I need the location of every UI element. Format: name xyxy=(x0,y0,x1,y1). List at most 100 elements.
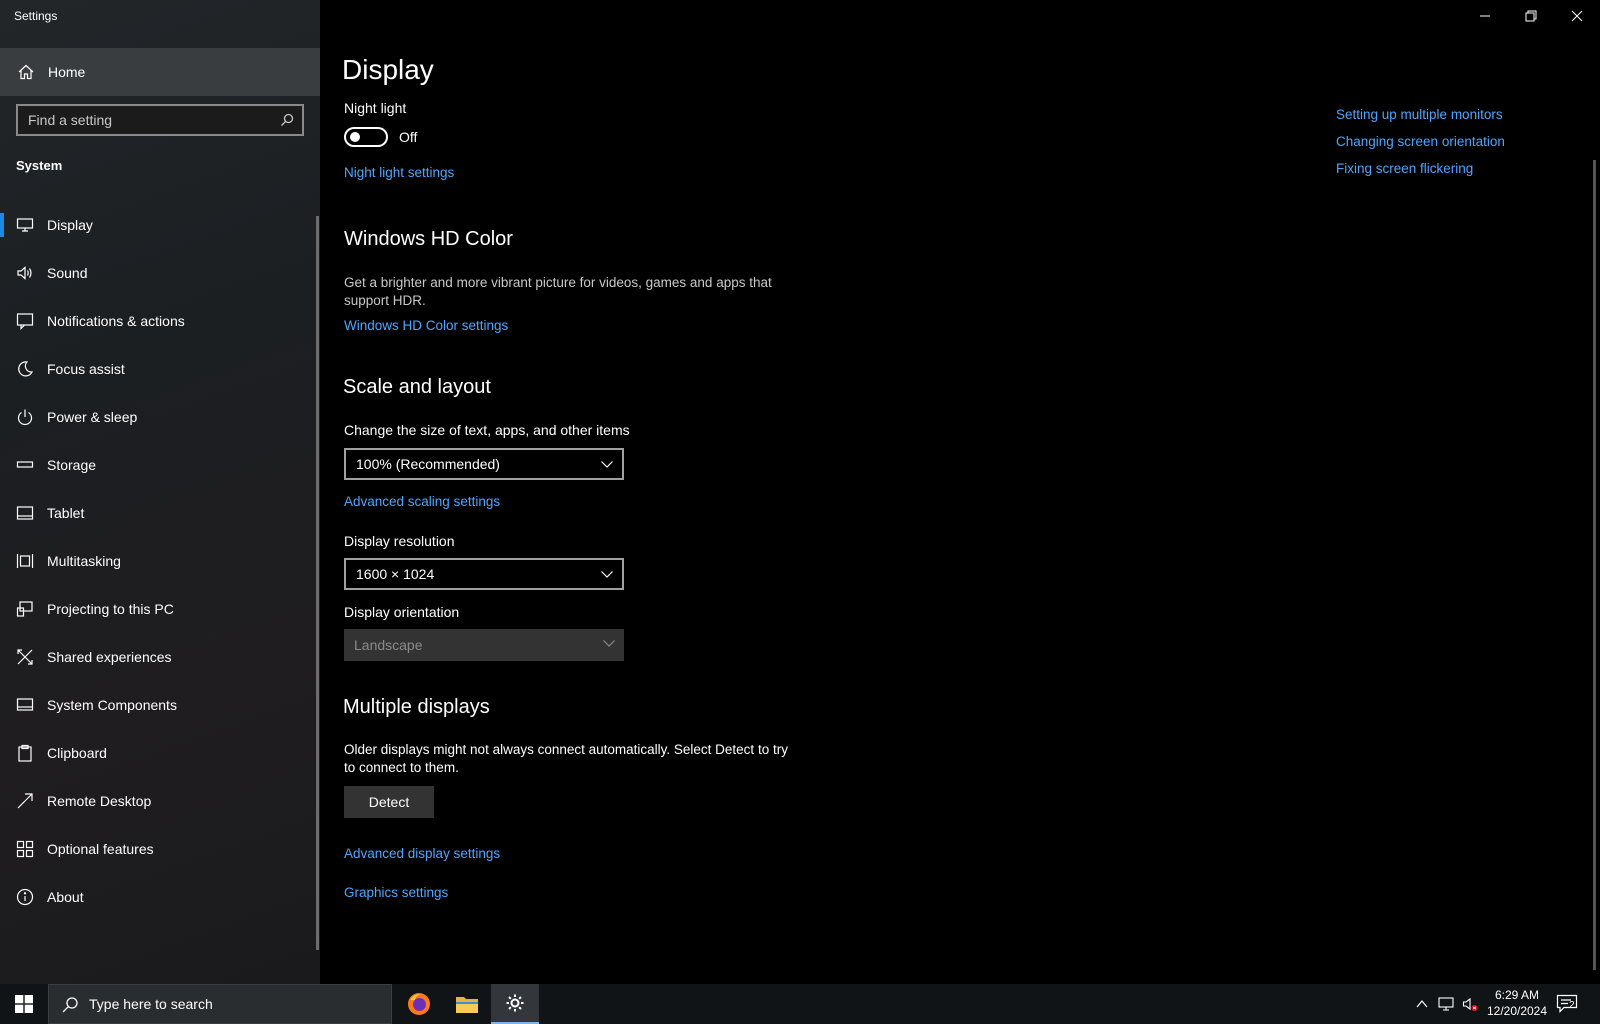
projecting-icon xyxy=(16,601,33,617)
taskbar-search-placeholder: Type here to search xyxy=(89,996,213,1012)
night-light-label: Night light xyxy=(344,100,407,116)
chevron-down-icon xyxy=(601,571,613,578)
sidebar-item-focus-assist[interactable]: Focus assist xyxy=(0,345,320,393)
scale-layout-heading: Scale and layout xyxy=(343,376,491,398)
sidebar-item-multitasking[interactable]: Multitasking xyxy=(0,537,320,585)
sidebar-item-label: Power & sleep xyxy=(47,409,138,425)
advanced-display-link[interactable]: Advanced display settings xyxy=(344,846,500,861)
network-icon[interactable] xyxy=(1438,996,1454,1012)
multiple-displays-heading: Multiple displays xyxy=(343,696,490,718)
chevron-up-icon[interactable] xyxy=(1414,996,1430,1012)
sidebar-item-projecting[interactable]: Projecting to this PC xyxy=(0,585,320,633)
taskbar-search-box[interactable]: Type here to search xyxy=(48,984,392,1024)
sidebar-item-storage[interactable]: Storage xyxy=(0,441,320,489)
resolution-label: Display resolution xyxy=(344,533,455,549)
sidebar-item-label: System Components xyxy=(47,697,177,713)
orientation-value: Landscape xyxy=(354,637,423,653)
sidebar-scrollbar[interactable] xyxy=(316,216,319,950)
hd-color-settings-link[interactable]: Windows HD Color settings xyxy=(344,318,508,333)
taskbar-app-settings[interactable] xyxy=(491,984,539,1024)
page-title: Display xyxy=(342,54,434,85)
find-setting-input[interactable] xyxy=(18,112,268,128)
storage-icon xyxy=(16,461,34,468)
sidebar-item-sound[interactable]: Sound xyxy=(0,249,320,297)
main-scrollbar[interactable] xyxy=(1593,160,1596,970)
clipboard-icon xyxy=(18,744,32,762)
sidebar-item-label: Remote Desktop xyxy=(47,793,152,809)
orientation-dropdown: Landscape xyxy=(344,629,624,661)
sidebar-item-notifications[interactable]: Notifications & actions xyxy=(0,297,320,345)
speaker-icon xyxy=(17,266,32,280)
taskbar-app-firefox[interactable] xyxy=(395,984,443,1024)
hd-color-description: Get a brighter and more vibrant picture … xyxy=(344,275,772,308)
sidebar-item-shared-experiences[interactable]: Shared experiences xyxy=(0,633,320,681)
grid-icon xyxy=(16,840,34,858)
sidebar-item-label: Optional features xyxy=(47,841,154,857)
sidebar-item-label: Notifications & actions xyxy=(47,313,185,329)
app-title: Settings xyxy=(14,9,58,23)
related-link-screen-flickering[interactable]: Fixing screen flickering xyxy=(1336,161,1473,176)
advanced-scaling-link[interactable]: Advanced scaling settings xyxy=(344,494,500,509)
close-button[interactable] xyxy=(1554,0,1600,32)
sidebar-item-remote-desktop[interactable]: Remote Desktop xyxy=(0,777,320,825)
resolution-value: 1600 × 1024 xyxy=(356,566,435,582)
windows-logo-icon xyxy=(15,995,33,1013)
start-button[interactable] xyxy=(0,984,48,1024)
home-nav-item[interactable]: Home xyxy=(0,48,320,96)
main-content: Display Night light Off Night light sett… xyxy=(320,0,1600,984)
minimize-button[interactable] xyxy=(1462,0,1508,32)
sidebar-item-power-sleep[interactable]: Power & sleep xyxy=(0,393,320,441)
sidebar-item-label: Storage xyxy=(47,457,97,473)
volume-muted-icon[interactable] xyxy=(1462,996,1478,1012)
orientation-label: Display orientation xyxy=(344,604,460,620)
chevron-down-icon xyxy=(603,640,615,647)
sidebar-item-tablet[interactable]: Tablet xyxy=(0,489,320,537)
firefox-icon xyxy=(408,993,430,1015)
sidebar-item-label: About xyxy=(47,889,84,905)
sidebar-item-label: Tablet xyxy=(47,505,85,521)
graphics-settings-link[interactable]: Graphics settings xyxy=(344,885,448,900)
detect-button[interactable]: Detect xyxy=(344,786,434,818)
related-link-multiple-monitors[interactable]: Setting up multiple monitors xyxy=(1336,107,1503,122)
sidebar-item-display[interactable]: Display xyxy=(0,201,320,249)
clock-time: 6:29 AM xyxy=(1494,988,1540,1002)
sidebar-item-label: Display xyxy=(47,217,93,233)
night-light-settings-link[interactable]: Night light settings xyxy=(344,165,454,180)
night-light-state: Off xyxy=(399,129,418,145)
scale-value: 100% (Recommended) xyxy=(356,456,500,472)
clock-date: 12/20/2024 xyxy=(1486,1004,1548,1018)
sidebar-item-about[interactable]: About xyxy=(0,873,320,921)
search-icon[interactable] xyxy=(280,113,294,127)
taskbar: Type here to search 6:29 AM 12/20/2024 2 xyxy=(0,984,1600,1024)
chevron-down-icon xyxy=(601,461,613,468)
notification-count-badge: 2 xyxy=(1569,1000,1575,1011)
tablet-icon xyxy=(16,506,34,520)
resolution-dropdown[interactable]: 1600 × 1024 xyxy=(344,558,624,590)
gear-icon xyxy=(506,994,524,1012)
scale-dropdown[interactable]: 100% (Recommended) xyxy=(344,448,624,480)
monitor-icon xyxy=(16,218,34,232)
shared-icon xyxy=(17,649,33,665)
night-light-toggle[interactable] xyxy=(344,127,388,147)
sidebar-item-clipboard[interactable]: Clipboard xyxy=(0,729,320,777)
sidebar-item-system-components[interactable]: System Components xyxy=(0,681,320,729)
home-label: Home xyxy=(48,64,86,80)
window-controls xyxy=(1462,0,1600,32)
sidebar: Settings Home System Display xyxy=(0,0,320,984)
taskbar-clock[interactable]: 6:29 AM 12/20/2024 xyxy=(1484,987,1550,1019)
taskbar-app-file-explorer[interactable] xyxy=(443,984,491,1024)
multiple-displays-description: Older displays might not always connect … xyxy=(344,742,788,775)
folder-icon xyxy=(456,997,478,1013)
related-link-screen-orientation[interactable]: Changing screen orientation xyxy=(1336,134,1505,149)
power-icon xyxy=(17,409,33,426)
close-icon xyxy=(1571,10,1583,22)
sidebar-item-label: Sound xyxy=(47,265,88,281)
info-icon xyxy=(16,888,34,906)
sidebar-item-label: Multitasking xyxy=(47,553,121,569)
sidebar-item-label: Projecting to this PC xyxy=(47,601,174,617)
search-icon xyxy=(62,997,78,1013)
find-setting-search-box[interactable] xyxy=(16,104,304,136)
restore-button[interactable] xyxy=(1508,0,1554,32)
sidebar-item-optional-features[interactable]: Optional features xyxy=(0,825,320,873)
settings-window: Settings Home System Display xyxy=(0,0,1600,984)
